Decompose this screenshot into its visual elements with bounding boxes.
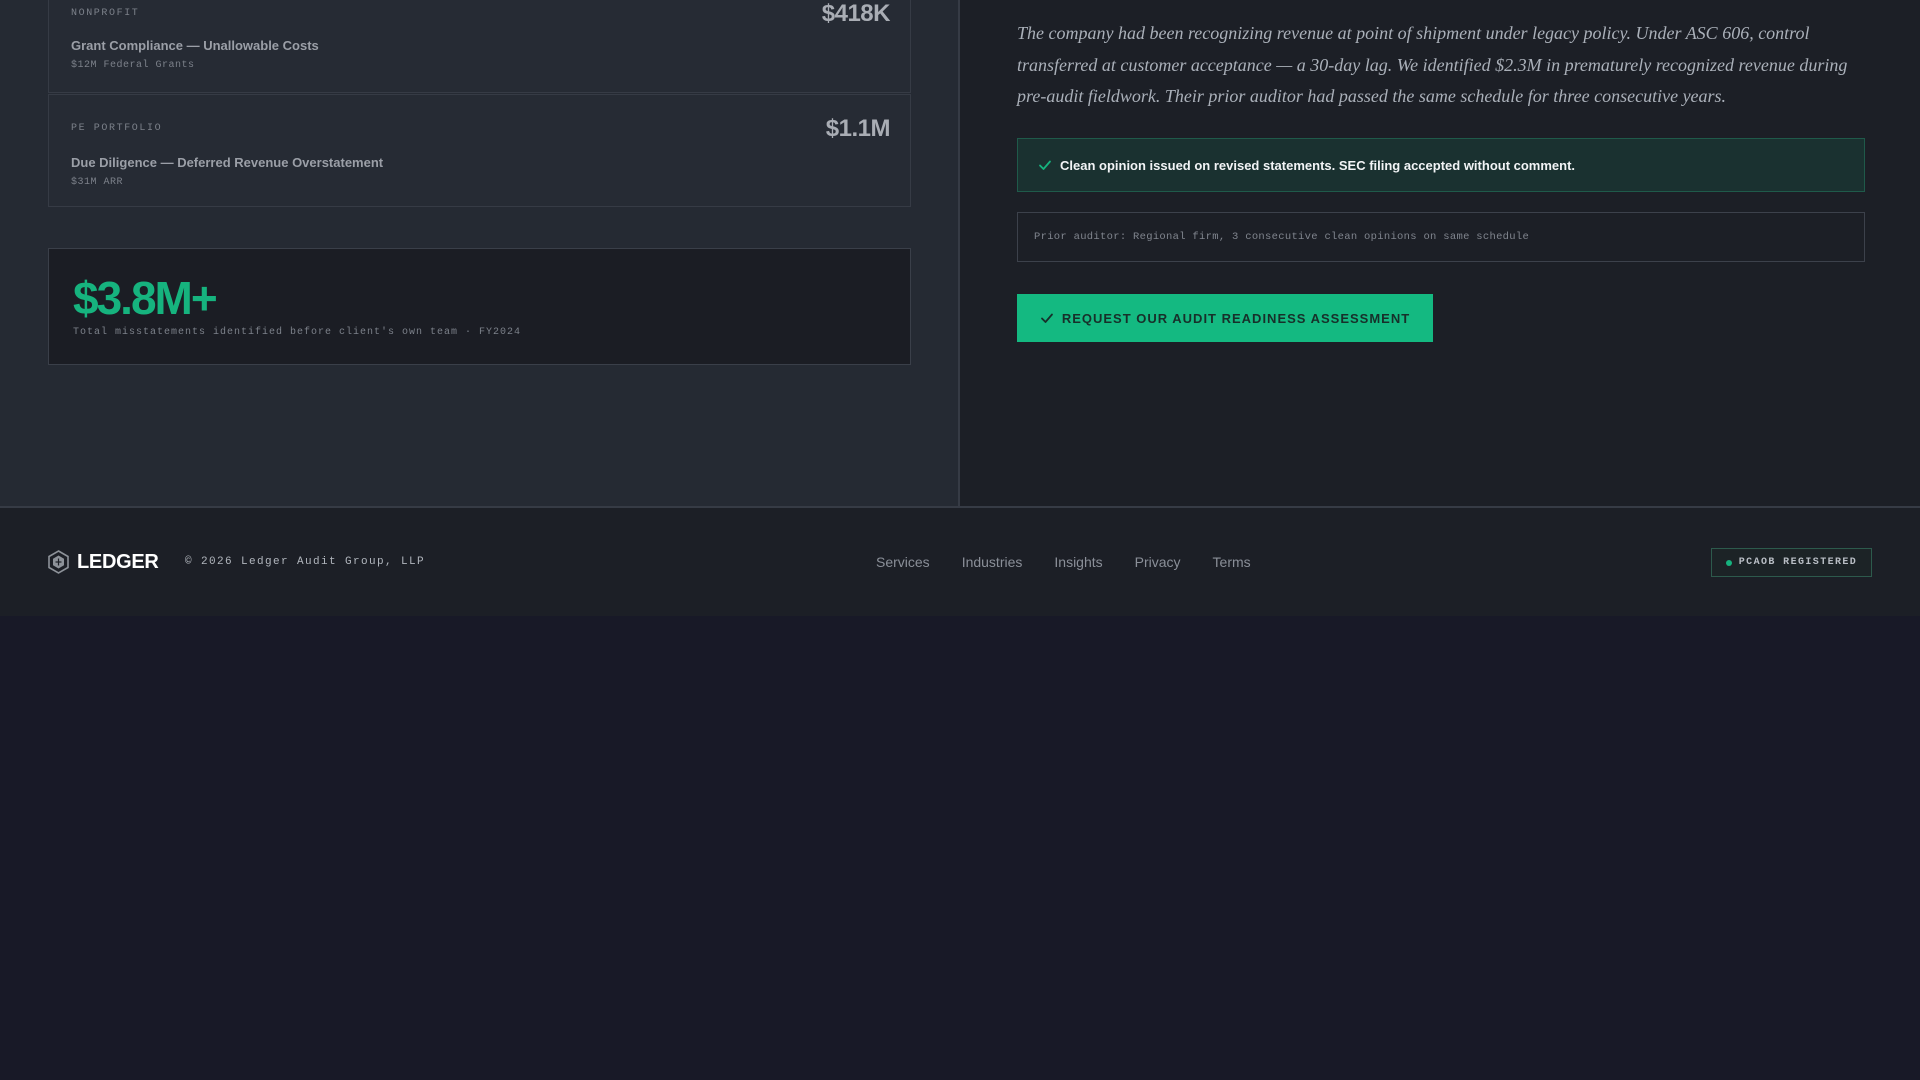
case-study-section: NONPROFIT $418K Grant Compliance — Unall… [0,0,1920,506]
case-meta: $31M ARR [71,177,124,188]
case-title: Grant Compliance — Unallowable Costs [71,38,319,53]
total-caption: Total misstatements identified before cl… [73,327,522,338]
hexagon-logo-icon [48,550,69,574]
case-card: PE PORTFOLIO $1.1M Due Diligence — Defer… [48,94,911,207]
footer-link-privacy[interactable]: Privacy [1135,554,1181,570]
footer-logo-link[interactable]: LEDGER [48,550,159,574]
outcome-text: Clean opinion issued on revised statemen… [1060,157,1576,173]
prior-auditor-note: Prior auditor: Regional firm, 3 consecut… [1017,212,1865,262]
status-dot-icon [1725,559,1732,566]
footer-link-industries[interactable]: Industries [962,554,1023,570]
case-sector: PE PORTFOLIO [71,123,163,134]
case-card: NONPROFIT $418K Grant Compliance — Unall… [48,0,911,93]
site-footer: LEDGER © 2026 Ledger Audit Group, LLP Se… [0,506,1920,616]
request-assessment-button[interactable]: REQUEST OUR AUDIT READINESS ASSESSMENT [1017,294,1433,342]
total-value: $3.8M+ [73,272,218,324]
case-title: Due Diligence — Deferred Revenue Oversta… [71,155,384,170]
footer-link-insights[interactable]: Insights [1054,554,1102,570]
page-background [0,616,1920,1080]
check-icon [1040,311,1054,325]
case-detail-panel: The company had been recognizing revenue… [960,0,1920,506]
case-amount: $1.1M [825,115,891,142]
case-narrative: The company had been recognizing revenue… [1017,23,1848,106]
total-misstatements-box: $3.8M+ Total misstatements identified be… [48,248,911,365]
footer-link-services[interactable]: Services [876,554,930,570]
footer-link-terms[interactable]: Terms [1213,554,1251,570]
outcome-banner: Clean opinion issued on revised statemen… [1017,138,1865,192]
copyright-text: © 2026 Ledger Audit Group, LLP [185,556,426,568]
case-amount: $418K [821,0,891,27]
check-icon [1038,158,1052,172]
case-list-panel: NONPROFIT $418K Grant Compliance — Unall… [0,0,960,506]
pcaob-label: PCAOB REGISTERED [1738,557,1858,568]
case-sector: NONPROFIT [71,8,140,19]
prior-auditor-text: Prior auditor: Regional firm, 3 consecut… [1034,231,1530,243]
case-meta: $12M Federal Grants [71,60,195,71]
brand-name: LEDGER [77,550,159,573]
cta-label: REQUEST OUR AUDIT READINESS ASSESSMENT [1061,310,1411,326]
pcaob-badge: PCAOB REGISTERED [1711,548,1872,577]
footer-nav: Services Industries Insights Privacy Ter… [876,554,1251,570]
